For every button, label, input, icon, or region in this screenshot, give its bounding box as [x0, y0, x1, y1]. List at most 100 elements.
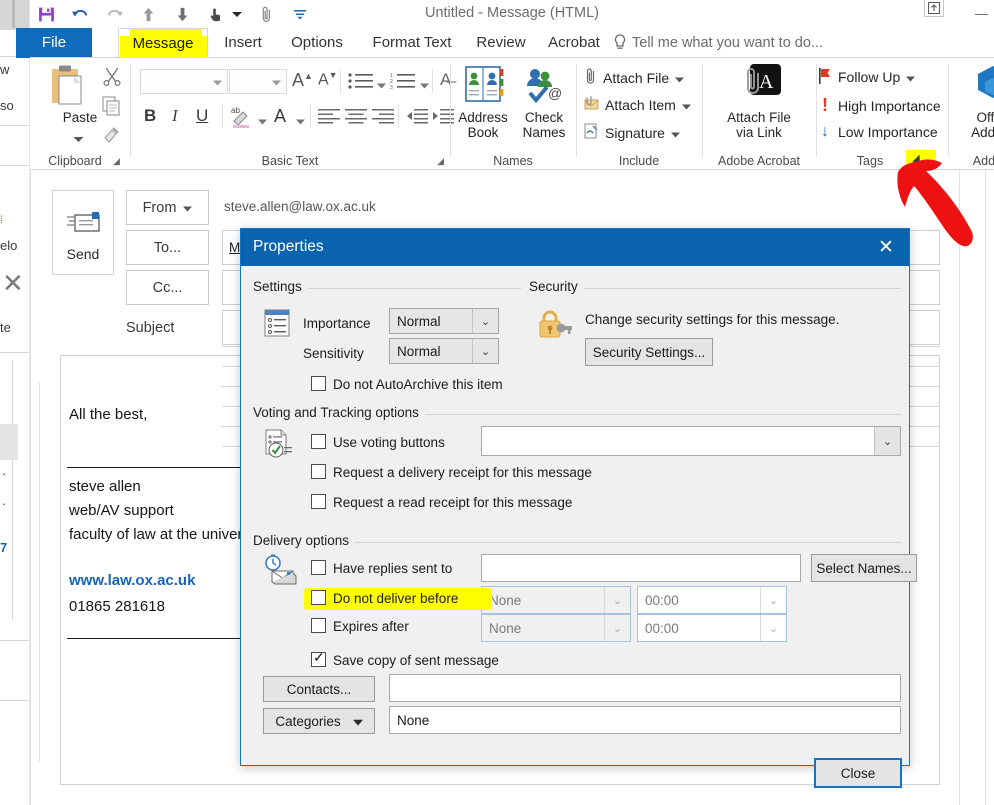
format-painter-icon[interactable] [102, 124, 122, 149]
text-highlight-icon[interactable]: ab [230, 104, 256, 135]
expires-after-date[interactable]: None ⌄ [481, 614, 631, 642]
check-names-label[interactable]: Check Names [516, 110, 572, 140]
paste-icon[interactable] [46, 64, 88, 115]
paste-chevron-icon[interactable] [73, 130, 84, 148]
minimize-button[interactable]: — [975, 6, 988, 21]
tell-me-box[interactable]: Tell me what you want to do... [632, 28, 823, 58]
font-color-chevron-icon[interactable] [296, 112, 305, 130]
font-name-combo[interactable] [140, 69, 228, 94]
bullets-chevron-icon[interactable] [377, 76, 386, 94]
signature-chevron-icon[interactable] [670, 125, 680, 141]
high-importance-item[interactable]: ! High Importance [818, 95, 941, 116]
expires-after-checkbox[interactable] [311, 618, 326, 633]
up-arrow-icon[interactable] [138, 4, 158, 24]
attach-file-chevron-icon[interactable] [675, 70, 685, 86]
office-addins-label[interactable]: OfficeAdd-ins [950, 110, 994, 140]
categories-field[interactable]: None [389, 706, 901, 734]
close-button[interactable]: Close [814, 758, 902, 788]
categories-button[interactable]: Categories [263, 708, 375, 734]
voting-chevron-icon[interactable]: ⌄ [874, 427, 900, 455]
background-titlebar [0, 0, 29, 30]
not-before-date-chevron-icon[interactable]: ⌄ [604, 587, 630, 613]
expires-after-time[interactable]: 00:00 ⌄ [637, 614, 787, 642]
from-button[interactable]: From [126, 190, 209, 225]
sensitivity-combo[interactable]: Normal ⌄ [389, 338, 499, 364]
contacts-field[interactable] [389, 674, 901, 702]
send-button[interactable]: Send [52, 190, 114, 275]
numbering-icon[interactable]: 123 [390, 72, 416, 95]
attach-icon[interactable] [256, 4, 276, 24]
not-before-time-chevron-icon[interactable]: ⌄ [760, 587, 786, 613]
signature-link[interactable]: www.law.ox.ac.uk [69, 572, 195, 589]
tab-review[interactable]: Review [468, 28, 534, 58]
tab-insert[interactable]: Insert [210, 28, 276, 58]
follow-up-chevron-icon[interactable] [906, 69, 916, 85]
address-book-icon[interactable] [464, 66, 506, 109]
attach-file-item[interactable]: Attach File [584, 67, 685, 88]
tab-message[interactable]: Message [118, 28, 208, 58]
align-center-icon[interactable] [345, 108, 367, 129]
tab-format-text[interactable]: Format Text [360, 28, 464, 58]
follow-up-item[interactable]: Follow Up [818, 67, 916, 87]
font-size-combo[interactable] [229, 69, 287, 94]
autoarchive-checkbox[interactable] [311, 376, 326, 391]
highlight-chevron-icon[interactable] [258, 112, 267, 130]
tab-file[interactable]: File [16, 28, 92, 58]
numbering-chevron-icon[interactable] [420, 76, 429, 94]
align-left-icon[interactable] [318, 108, 340, 129]
signature-item[interactable]: Signature [584, 123, 680, 142]
do-not-deliver-before-checkbox[interactable] [311, 590, 326, 605]
importance-chevron-icon[interactable]: ⌄ [472, 309, 498, 333]
cut-icon[interactable] [102, 66, 122, 91]
save-copy-checkbox[interactable] [311, 649, 326, 667]
attach-item-chevron-icon[interactable] [681, 97, 691, 113]
undo-icon[interactable] [70, 4, 90, 24]
importance-combo[interactable]: Normal ⌄ [389, 308, 499, 334]
qat-more-icon[interactable] [290, 4, 310, 24]
attach-item-item[interactable]: Attach Item [584, 95, 691, 114]
copy-icon[interactable] [102, 96, 122, 121]
italic-icon[interactable]: I [172, 106, 178, 126]
contacts-button[interactable]: Contacts... [263, 676, 375, 702]
underline-icon[interactable]: U [196, 106, 208, 126]
touch-dropdown-icon[interactable] [232, 4, 242, 24]
security-settings-button[interactable]: Security Settings... [585, 338, 713, 366]
to-button[interactable]: To... [126, 230, 209, 265]
decrease-indent-icon[interactable] [406, 108, 428, 129]
tab-options[interactable]: Options [278, 28, 356, 58]
do-not-deliver-before-time[interactable]: 00:00 ⌄ [637, 586, 787, 614]
do-not-deliver-before-date[interactable]: None ⌄ [481, 586, 631, 614]
bullets-icon[interactable] [348, 72, 374, 95]
have-replies-field[interactable] [481, 554, 801, 582]
basic-text-dialog-launcher[interactable]: ◢ [437, 156, 444, 167]
grow-font-icon[interactable]: A▲ [292, 70, 313, 91]
acrobat-attach-label[interactable]: Attach File via Link [704, 110, 814, 140]
address-book-label[interactable]: Address Book [452, 110, 514, 140]
check-names-icon[interactable]: @ [524, 66, 564, 109]
low-importance-item[interactable]: ↓ Low Importance [818, 123, 938, 141]
sensitivity-chevron-icon[interactable]: ⌄ [472, 339, 498, 363]
ribbon-display-options-icon[interactable] [924, 0, 944, 17]
font-color-icon[interactable]: A [274, 106, 286, 127]
tab-acrobat[interactable]: Acrobat [538, 28, 610, 58]
expires-date-chevron-icon[interactable]: ⌄ [604, 615, 630, 641]
expires-time-chevron-icon[interactable]: ⌄ [760, 615, 786, 641]
acrobat-attach-icon[interactable]: A [740, 63, 782, 110]
read-receipt-checkbox[interactable] [311, 494, 326, 509]
align-right-icon[interactable] [372, 108, 394, 129]
office-addins-icon[interactable] [970, 64, 994, 111]
have-replies-checkbox[interactable] [311, 560, 326, 575]
touch-mode-icon[interactable] [206, 4, 226, 24]
shrink-font-icon[interactable]: A▼ [318, 70, 338, 89]
select-names-button[interactable]: Select Names... [811, 554, 917, 582]
down-arrow-icon[interactable] [172, 4, 192, 24]
cc-button[interactable]: Cc... [126, 270, 209, 305]
redo-icon[interactable] [104, 4, 124, 24]
save-icon[interactable] [36, 4, 56, 24]
bold-icon[interactable]: B [144, 106, 156, 126]
use-voting-checkbox[interactable] [311, 434, 326, 449]
voting-buttons-combo[interactable]: ⌄ [481, 426, 901, 456]
delivery-receipt-checkbox[interactable] [311, 464, 326, 479]
clipboard-dialog-launcher[interactable]: ◢ [113, 156, 120, 167]
attach-item-icon [584, 95, 599, 114]
